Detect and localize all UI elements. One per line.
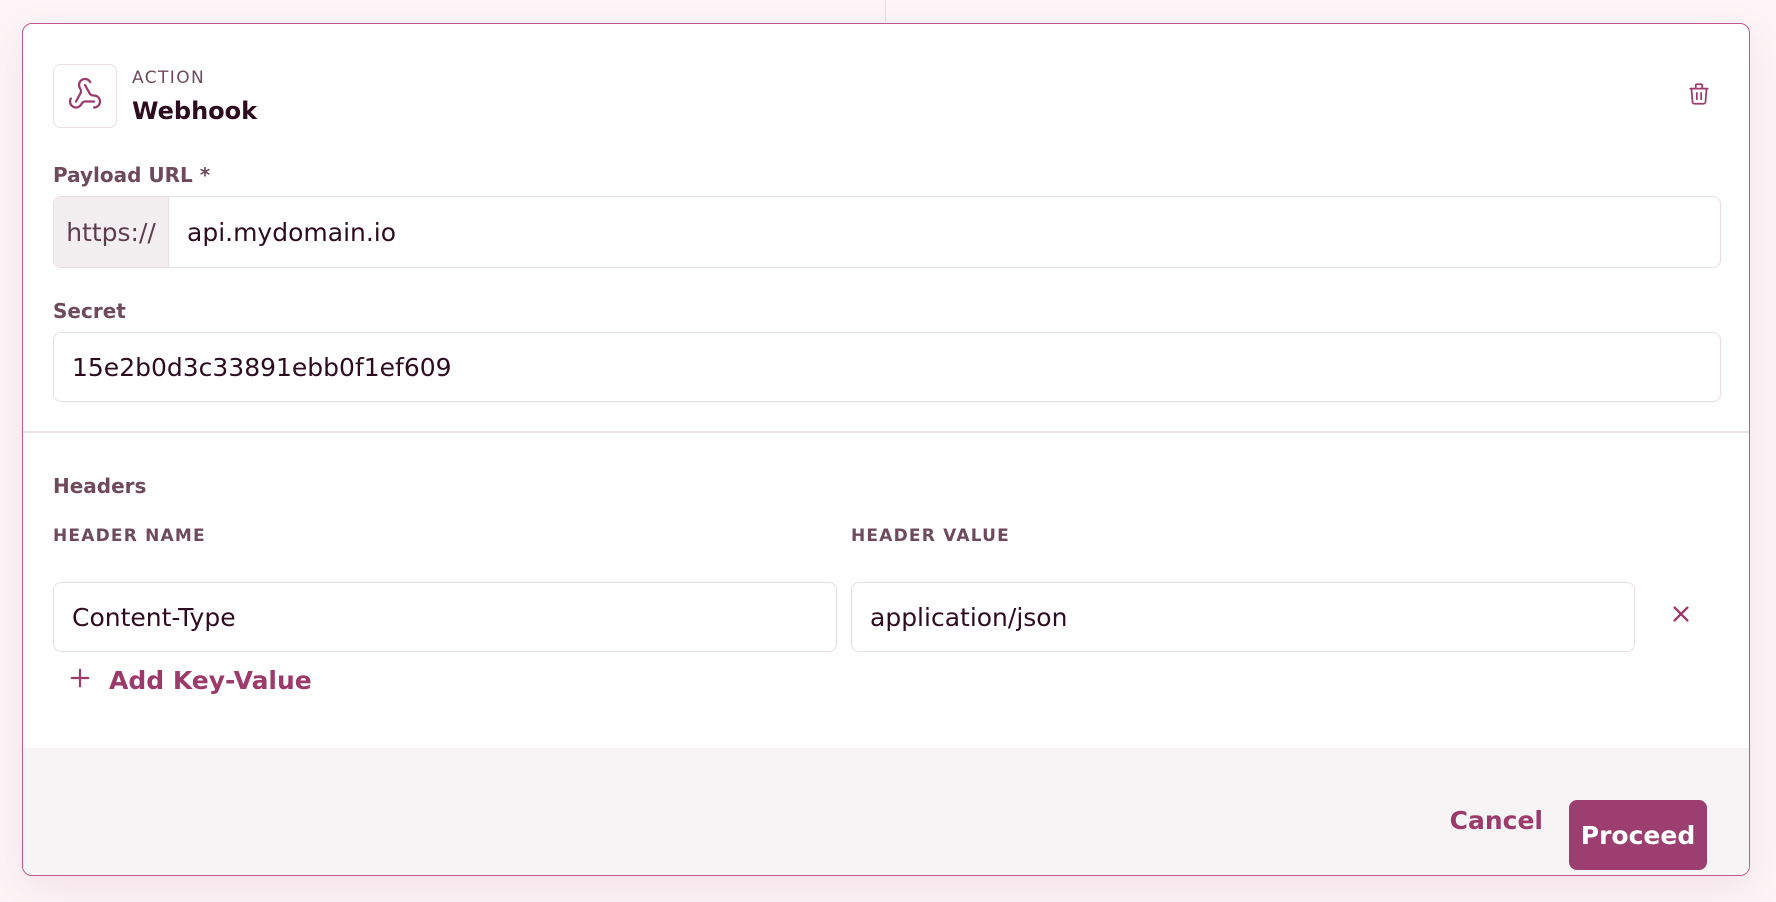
payload-url-label: Payload URL * — [53, 163, 211, 187]
card-footer: Cancel Proceed — [23, 748, 1749, 875]
secret-input[interactable] — [54, 333, 1720, 401]
section-divider — [23, 431, 1749, 433]
cancel-button[interactable]: Cancel — [1450, 800, 1543, 840]
header-value-input[interactable] — [852, 583, 1634, 651]
action-title: Webhook — [132, 97, 258, 125]
background-divider — [885, 0, 886, 22]
header-name-column-label: HEADER NAME — [53, 526, 206, 546]
header-value-field — [851, 582, 1635, 652]
payload-url-group: https:// — [53, 196, 1721, 268]
action-kicker: ACTION — [132, 68, 206, 88]
close-icon — [1670, 603, 1692, 629]
payload-url-input[interactable] — [169, 197, 1720, 267]
trash-icon — [1686, 81, 1712, 111]
delete-action-button[interactable] — [1679, 76, 1719, 116]
add-key-value-button[interactable]: Add Key-Value — [69, 660, 312, 700]
add-key-value-label: Add Key-Value — [109, 665, 312, 695]
secret-label: Secret — [53, 299, 126, 323]
header-value-column-label: HEADER VALUE — [851, 526, 1010, 546]
headers-label: Headers — [53, 474, 147, 498]
card-header: ACTION Webhook — [53, 64, 1719, 128]
plus-icon — [69, 666, 91, 695]
remove-header-row-button[interactable] — [1661, 596, 1701, 636]
url-prefix: https:// — [54, 197, 169, 267]
webhook-icon — [67, 76, 103, 116]
header-name-input[interactable] — [54, 583, 836, 651]
secret-field — [53, 332, 1721, 402]
header-name-field — [53, 582, 837, 652]
action-icon-box — [53, 64, 117, 128]
webhook-action-card: ACTION Webhook Payload URL * https:// Se… — [22, 23, 1750, 876]
proceed-button[interactable]: Proceed — [1569, 800, 1707, 870]
